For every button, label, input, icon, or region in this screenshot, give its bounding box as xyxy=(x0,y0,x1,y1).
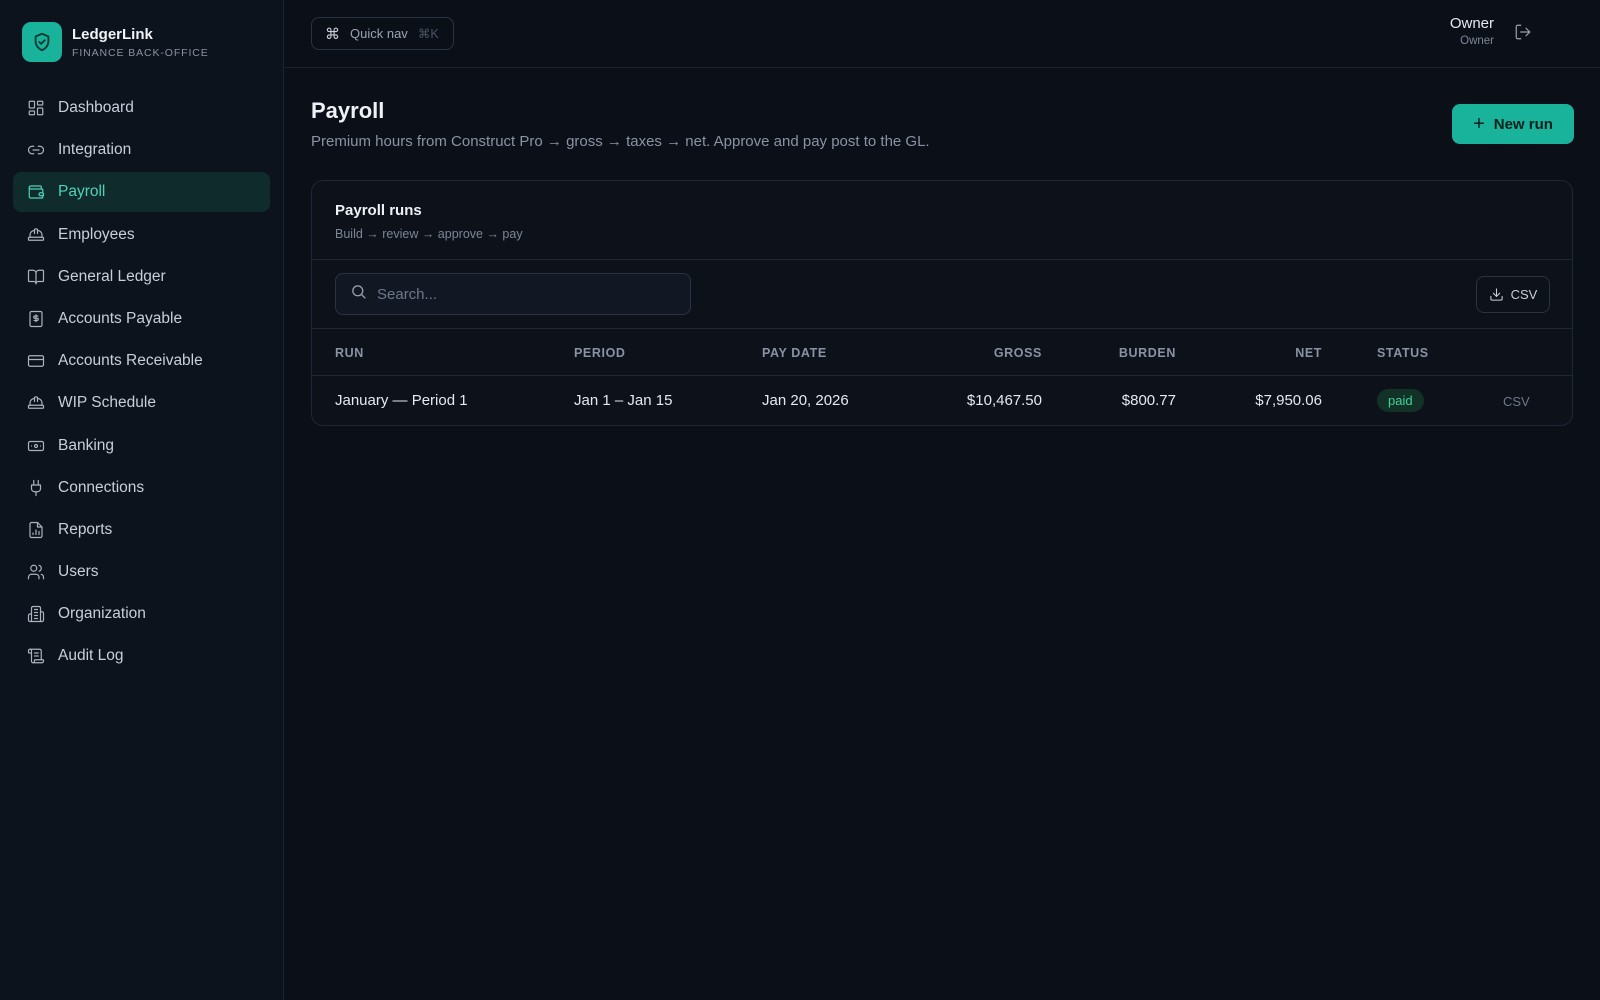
plus-icon: + xyxy=(1473,113,1485,135)
csv-label: CSV xyxy=(1510,287,1538,302)
sidebar-item-payroll[interactable]: Payroll xyxy=(13,172,270,213)
search-icon xyxy=(350,283,367,305)
sidebar-item-audit-log[interactable]: Audit Log xyxy=(13,636,270,676)
column-header-gross[interactable]: GROSS xyxy=(932,346,1042,360)
card-title: Payroll runs xyxy=(335,202,422,219)
brand-subtitle: FINANCE BACK-OFFICE xyxy=(72,46,209,59)
sidebar-item-label: Reports xyxy=(58,520,113,538)
sidebar-item-label: Dashboard xyxy=(58,99,134,116)
sidebar-item-accounts-payable[interactable]: Accounts Payable xyxy=(13,299,270,339)
cell-period: Jan 1 – Jan 15 xyxy=(574,392,673,409)
sidebar-item-label: Organization xyxy=(58,605,146,623)
sidebar-item-label: Accounts Payable xyxy=(58,309,183,327)
banknote-icon xyxy=(27,437,45,455)
sidebar-item-label: Users xyxy=(58,563,99,581)
column-header-run[interactable]: RUN xyxy=(335,346,364,360)
column-header-status[interactable]: STATUS xyxy=(1377,346,1429,360)
search-box[interactable] xyxy=(335,273,691,315)
topbar: ⌘ Quick nav ⌘K Owner Owner xyxy=(285,0,1600,68)
sidebar-item-dashboard[interactable]: Dashboard xyxy=(13,88,270,128)
sidebar: LedgerLink FINANCE BACK-OFFICE Dashboard… xyxy=(0,0,284,1000)
grid-icon xyxy=(27,99,45,117)
sidebar-item-label: Accounts Receivable xyxy=(58,352,203,370)
sidebar-item-label: Payroll xyxy=(58,183,106,201)
divider xyxy=(312,259,1572,260)
wallet-icon xyxy=(27,183,45,201)
sidebar-item-label: Banking xyxy=(58,436,115,454)
user-role: Owner xyxy=(1460,35,1494,47)
column-header-pay-date[interactable]: PAY DATE xyxy=(762,346,827,360)
search-input[interactable] xyxy=(377,285,667,303)
shield-icon xyxy=(22,22,62,62)
scroll-icon xyxy=(27,647,45,665)
payroll-runs-card: Payroll runs Build → review → approve → … xyxy=(311,180,1573,426)
csv-export-button[interactable]: CSV xyxy=(1476,276,1550,313)
card-subtitle: Build → review → approve → pay xyxy=(335,227,523,241)
user-name: Owner xyxy=(1449,15,1494,32)
row-csv-link[interactable]: CSV xyxy=(1503,394,1530,409)
cell-pay-date: Jan 20, 2026 xyxy=(762,392,849,409)
users-icon xyxy=(27,563,45,581)
page-title: Payroll xyxy=(311,98,385,123)
sidebar-item-accounts-receivable[interactable]: Accounts Receivable xyxy=(13,341,270,381)
divider xyxy=(312,375,1572,376)
brand-name: LedgerLink xyxy=(72,25,153,43)
sidebar-item-label: Integration xyxy=(58,141,132,159)
column-header-period[interactable]: PERIOD xyxy=(574,346,626,360)
link-icon xyxy=(27,141,45,159)
sidebar-item-label: General Ledger xyxy=(58,267,166,285)
sidebar-item-connections[interactable]: Connections xyxy=(13,468,270,508)
sidebar-item-banking[interactable]: Banking xyxy=(13,426,270,466)
report-icon xyxy=(27,521,45,539)
sidebar-item-reports[interactable]: Reports xyxy=(13,510,270,550)
page-subtitle: Premium hours from Construct Pro → gross… xyxy=(311,133,930,150)
new-run-button[interactable]: + New run xyxy=(1452,104,1574,144)
sidebar-item-label: Connections xyxy=(58,478,145,496)
receipt-icon xyxy=(27,310,45,328)
status-badge: paid xyxy=(1377,389,1424,412)
column-header-net[interactable]: NET xyxy=(1212,346,1322,360)
sidebar-item-label: Employees xyxy=(58,225,135,243)
sidebar-item-label: Audit Log xyxy=(58,647,124,665)
sidebar-item-integration[interactable]: Integration xyxy=(13,130,270,170)
sidebar-item-wip-schedule[interactable]: WIP Schedule xyxy=(13,383,270,423)
download-icon xyxy=(1489,288,1503,301)
sidebar-item-general-ledger[interactable]: General Ledger xyxy=(13,257,270,297)
hard-hat-icon xyxy=(27,394,45,412)
hard-hat-icon xyxy=(27,226,45,244)
logout-icon[interactable] xyxy=(1514,23,1534,43)
building-icon xyxy=(27,605,45,623)
new-run-label: New run xyxy=(1493,115,1553,133)
sidebar-item-organization[interactable]: Organization xyxy=(13,594,270,634)
plug-icon xyxy=(27,479,45,497)
quick-nav-shortcut: ⌘K xyxy=(417,27,439,41)
sidebar-item-label: WIP Schedule xyxy=(58,394,156,412)
sidebar-item-employees[interactable]: Employees xyxy=(13,215,270,255)
cell-burden: $800.77 xyxy=(1121,392,1176,409)
brand[interactable]: LedgerLink FINANCE BACK-OFFICE xyxy=(22,22,209,62)
cell-gross: $10,467.50 xyxy=(966,392,1042,409)
column-header-burden[interactable]: BURDEN xyxy=(1066,346,1176,360)
user-info[interactable]: Owner Owner xyxy=(1450,15,1494,47)
credit-card-icon xyxy=(27,352,45,370)
quick-nav-label: Quick nav xyxy=(350,26,408,41)
command-icon: ⌘ xyxy=(325,25,340,43)
cell-run: January — Period 1 xyxy=(335,392,468,409)
cell-net: $7,950.06 xyxy=(1255,392,1322,409)
book-icon xyxy=(27,268,45,286)
divider xyxy=(312,328,1572,329)
quick-nav-button[interactable]: ⌘ Quick nav ⌘K xyxy=(311,17,454,50)
sidebar-nav: Dashboard Integration Payroll Employees … xyxy=(13,88,270,679)
sidebar-item-users[interactable]: Users xyxy=(13,552,270,592)
